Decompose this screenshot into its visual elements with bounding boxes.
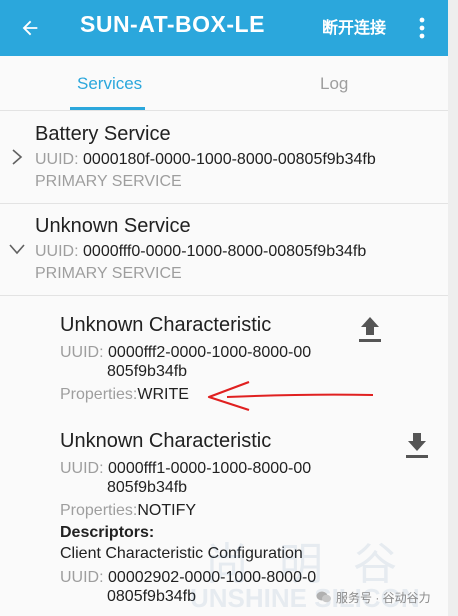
chevron-right-icon bbox=[12, 149, 23, 165]
uuid-label: UUID: bbox=[60, 569, 104, 586]
service-uuid: UUID: 0000fff0-0000-1000-8000-00805f9b34… bbox=[35, 243, 366, 261]
window-edge bbox=[448, 0, 458, 616]
properties-value: NOTIFY bbox=[137, 502, 197, 519]
properties-label: Properties: bbox=[60, 502, 138, 519]
disconnect-button[interactable]: 断开连接 bbox=[322, 14, 386, 38]
characteristic-properties: Properties:WRITE bbox=[60, 386, 189, 404]
chevron-down-icon bbox=[9, 244, 25, 255]
upload-icon bbox=[359, 317, 381, 342]
service-uuid: UUID: 0000180f-0000-1000-8000-00805f9b34… bbox=[35, 151, 376, 169]
properties-value: WRITE bbox=[137, 386, 189, 403]
characteristic-uuid: UUID: 0000fff2-0000-1000-8000-00 bbox=[60, 342, 311, 363]
uuid-label: UUID: bbox=[60, 460, 104, 477]
uuid-value-line2: 0805f9b34fb bbox=[107, 588, 196, 605]
divider bbox=[0, 203, 448, 204]
annotation-arrow-icon bbox=[207, 380, 374, 412]
tab-services[interactable]: Services bbox=[77, 74, 142, 94]
device-title: SUN-AT-BOX-LE bbox=[80, 11, 265, 37]
descriptors-label: Descriptors: bbox=[60, 524, 155, 541]
arrow-back-icon bbox=[22, 20, 38, 36]
back-button[interactable] bbox=[14, 12, 46, 44]
characteristic-name: Unknown Characteristic bbox=[60, 314, 272, 336]
service-type: PRIMARY SERVICE bbox=[35, 173, 182, 190]
uuid-value-line2: 805f9b34fb bbox=[107, 363, 188, 380]
tab-indicator bbox=[70, 107, 145, 110]
properties-label: Properties: bbox=[60, 386, 138, 403]
wechat-badge: 服务号 · 谷动谷力 bbox=[316, 586, 431, 608]
more-vert-icon bbox=[419, 17, 425, 39]
write-button[interactable] bbox=[355, 314, 385, 344]
uuid-value: 0000fff0-0000-1000-8000-00805f9b34fb bbox=[83, 243, 367, 260]
characteristic-uuid: UUID: 0000fff1-0000-1000-8000-00 bbox=[60, 458, 311, 479]
service-name: Battery Service bbox=[35, 123, 171, 145]
uuid-value-line2: 805f9b34fb bbox=[107, 479, 188, 496]
uuid-label: UUID: bbox=[35, 243, 79, 260]
uuid-label: UUID: bbox=[35, 151, 79, 168]
notify-button[interactable] bbox=[402, 430, 432, 460]
overflow-menu-button[interactable] bbox=[410, 12, 434, 44]
characteristic-name: Unknown Characteristic bbox=[60, 430, 272, 452]
uuid-value-line1: 0000fff2-0000-1000-8000-00 bbox=[108, 344, 312, 361]
service-type: PRIMARY SERVICE bbox=[35, 265, 182, 282]
tab-bar: Services Log bbox=[0, 56, 448, 111]
wechat-account-text: 服务号 · 谷动谷力 bbox=[336, 590, 431, 605]
service-name: Unknown Service bbox=[35, 215, 191, 237]
tab-log[interactable]: Log bbox=[320, 74, 348, 94]
characteristic-properties: Properties:NOTIFY bbox=[60, 502, 196, 520]
wechat-icon bbox=[316, 591, 331, 603]
uuid-value: 0000180f-0000-1000-8000-00805f9b34fb bbox=[83, 151, 376, 168]
download-icon bbox=[406, 433, 428, 458]
uuid-value-line1: 0000fff1-0000-1000-8000-00 bbox=[108, 460, 312, 477]
app-bar: SUN-AT-BOX-LE 断开连接 bbox=[0, 0, 448, 56]
divider bbox=[0, 295, 448, 296]
uuid-label: UUID: bbox=[60, 344, 104, 361]
